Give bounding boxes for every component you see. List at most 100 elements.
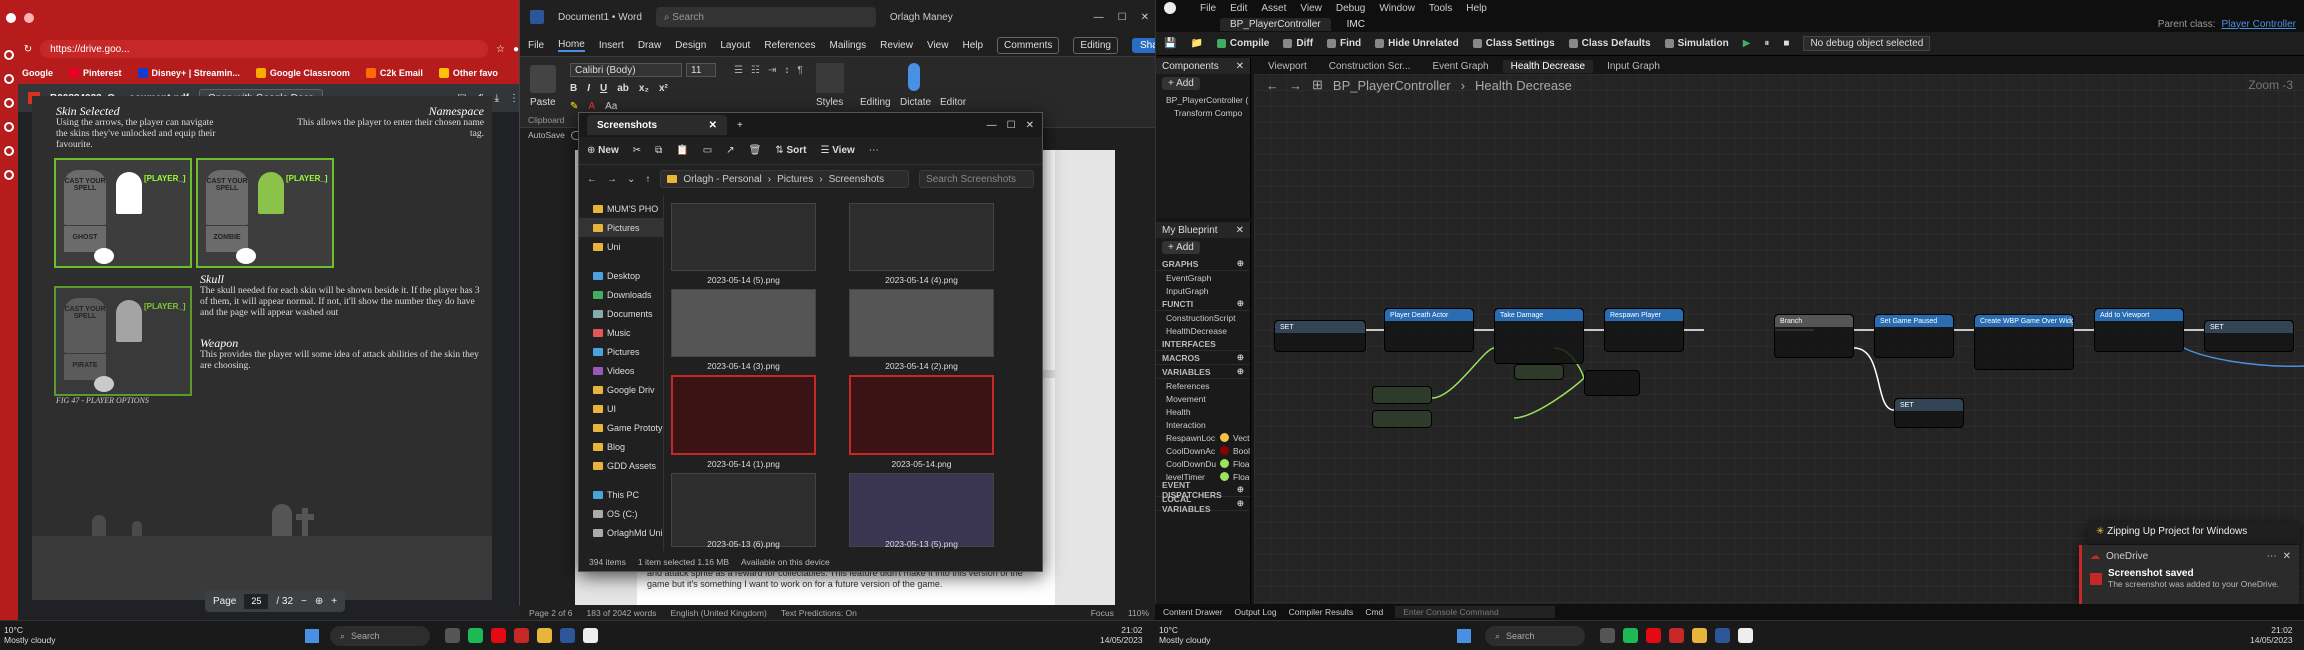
file-thumbnail[interactable] <box>671 473 816 547</box>
close-icon[interactable]: ✕ <box>1236 61 1244 72</box>
sort-icon[interactable]: ↕ <box>784 65 789 76</box>
underline-icon[interactable]: U <box>600 83 607 94</box>
font-size-select[interactable]: 11 <box>686 63 716 77</box>
editing-button[interactable]: Editing <box>1073 36 1118 54</box>
tab-mailings[interactable]: Mailings <box>829 40 866 51</box>
add-icon[interactable]: ⊕ <box>1237 484 1244 495</box>
dictate-label[interactable]: Dictate <box>900 97 931 108</box>
debug-object-select[interactable]: No debug object selected <box>1803 36 1931 51</box>
tree-item[interactable]: Game Prototy <box>579 418 663 437</box>
tree-item[interactable]: Desktop <box>579 266 663 285</box>
view-button[interactable]: ☰ View <box>820 145 854 156</box>
bullets-icon[interactable]: ☰ <box>734 65 743 76</box>
tab-design[interactable]: Design <box>675 40 706 51</box>
menu-help[interactable]: Help <box>1466 3 1487 14</box>
forward-icon[interactable]: → <box>607 174 617 185</box>
component-item[interactable]: BP_PlayerController ( <box>1156 93 1250 106</box>
variable-group[interactable]: Interaction <box>1156 418 1250 431</box>
tree-item[interactable]: Pictures <box>579 342 663 361</box>
add-icon[interactable]: ⊕ <box>1237 366 1244 377</box>
new-tab-icon[interactable]: + <box>737 120 743 131</box>
respawn-player-node[interactable]: Respawn Player <box>1604 308 1684 352</box>
parent-class-link[interactable]: Player Controller <box>2222 19 2296 30</box>
word-search[interactable]: ⌕ Search <box>655 7 876 27</box>
tree-item[interactable]: MUM'S PHO <box>579 199 663 218</box>
onedrive-toast[interactable]: ☁ OneDrive ⋯ ✕ Screenshot saved The scre… <box>2079 545 2299 605</box>
explorer-icon[interactable] <box>1692 628 1707 643</box>
more-icon[interactable]: ⋯ <box>869 145 879 156</box>
variable-group[interactable]: References <box>1156 379 1250 392</box>
file-thumbnail[interactable] <box>671 203 816 271</box>
menu-window[interactable]: Window <box>1379 3 1415 14</box>
file-thumbnail-selected[interactable] <box>671 375 816 455</box>
close-icon[interactable]: ✕ <box>1236 225 1244 236</box>
maximize-icon[interactable]: ☐ <box>1007 120 1016 131</box>
sidebar-app-icon[interactable] <box>4 170 14 180</box>
file-thumbnail[interactable] <box>849 473 994 547</box>
download-icon[interactable]: ⤓ <box>495 93 499 104</box>
take-damage-node[interactable]: Take Damage <box>1494 308 1584 364</box>
browser-icon[interactable] <box>514 628 529 643</box>
file-name[interactable]: 2023-05-14 (4).png <box>849 275 994 285</box>
sidebar-app-icon[interactable] <box>4 98 14 108</box>
menu-debug[interactable]: Debug <box>1336 3 1365 14</box>
tree-item[interactable]: Google Driv <box>579 380 663 399</box>
set-node[interactable]: SET <box>1274 320 1366 352</box>
play-icon[interactable]: ▶ <box>1743 38 1751 49</box>
tab-bp-playercontroller[interactable]: BP_PlayerController <box>1220 17 1331 31</box>
close-icon[interactable]: ✕ <box>1026 120 1034 131</box>
section-variables[interactable]: VARIABLES ⊕ <box>1156 365 1250 379</box>
menu-view[interactable]: View <box>1300 3 1322 14</box>
graph-item[interactable]: EventGraph <box>1156 271 1250 284</box>
browser-tab-favicon[interactable] <box>24 13 34 23</box>
compare-node[interactable] <box>1584 370 1640 396</box>
close-icon[interactable]: ✕ <box>2283 551 2291 562</box>
unreal-icon[interactable] <box>1738 628 1753 643</box>
microphone-icon[interactable] <box>908 63 920 91</box>
console-input[interactable]: Enter Console Command <box>1395 606 1556 618</box>
function-item[interactable]: ConstructionScript <box>1156 311 1250 324</box>
tree-item[interactable]: Downloads <box>579 285 663 304</box>
editor-label[interactable]: Editor <box>940 97 966 108</box>
find-button[interactable]: Find <box>1327 38 1361 49</box>
variable-item[interactable]: CoolDownDu Floa <box>1156 457 1250 470</box>
zoom-out-icon[interactable]: − <box>301 596 307 607</box>
set-node[interactable]: SET <box>2204 320 2294 352</box>
add-component-button[interactable]: + Add <box>1162 77 1200 90</box>
set-node[interactable]: SET <box>1894 398 1964 428</box>
add-icon[interactable]: ⊕ <box>1237 352 1244 363</box>
save-icon[interactable]: 💾 <box>1164 38 1176 49</box>
cmd-button[interactable]: Cmd <box>1365 607 1383 617</box>
variable-getter-node[interactable] <box>1372 386 1432 404</box>
refresh-icon[interactable]: ↻ <box>24 44 32 55</box>
netflix-icon[interactable] <box>491 628 506 643</box>
minimize-icon[interactable]: — <box>1094 12 1104 23</box>
user-name[interactable]: Orlagh Maney <box>890 12 953 23</box>
add-icon[interactable]: ⊕ <box>1237 298 1244 309</box>
unreal-icon[interactable] <box>583 628 598 643</box>
sidebar-app-icon[interactable] <box>4 122 14 132</box>
back-icon[interactable]: ← <box>587 174 597 185</box>
close-icon[interactable]: ✕ <box>709 120 717 131</box>
rename-icon[interactable]: ▭ <box>703 145 712 156</box>
tab-review[interactable]: Review <box>880 40 913 51</box>
tree-item[interactable]: OS (C:) <box>579 504 663 523</box>
add-icon[interactable]: ⊕ <box>1237 498 1244 509</box>
file-name[interactable]: 2023-05-13 (5).png <box>849 539 994 549</box>
file-thumbnail[interactable] <box>849 289 994 357</box>
more-icon[interactable]: ⋮ <box>509 93 519 104</box>
strikethrough-icon[interactable]: ab <box>617 83 629 94</box>
maximize-icon[interactable]: ☐ <box>1118 12 1127 23</box>
menu-tools[interactable]: Tools <box>1429 3 1452 14</box>
italic-icon[interactable]: I <box>587 83 590 94</box>
copy-icon[interactable]: ⧉ <box>655 145 662 156</box>
file-thumbnail[interactable] <box>849 203 994 271</box>
word-count[interactable]: 183 of 2042 words <box>586 608 656 618</box>
simulation-button[interactable]: Simulation <box>1664 38 1729 49</box>
share-icon[interactable]: ↗ <box>726 145 734 156</box>
tab-file[interactable]: File <box>528 40 544 51</box>
tree-item[interactable]: Documents <box>579 304 663 323</box>
page-count[interactable]: Page 2 of 6 <box>529 608 572 618</box>
tab-references[interactable]: References <box>764 40 815 51</box>
file-thumbnail-selected[interactable] <box>849 375 994 455</box>
